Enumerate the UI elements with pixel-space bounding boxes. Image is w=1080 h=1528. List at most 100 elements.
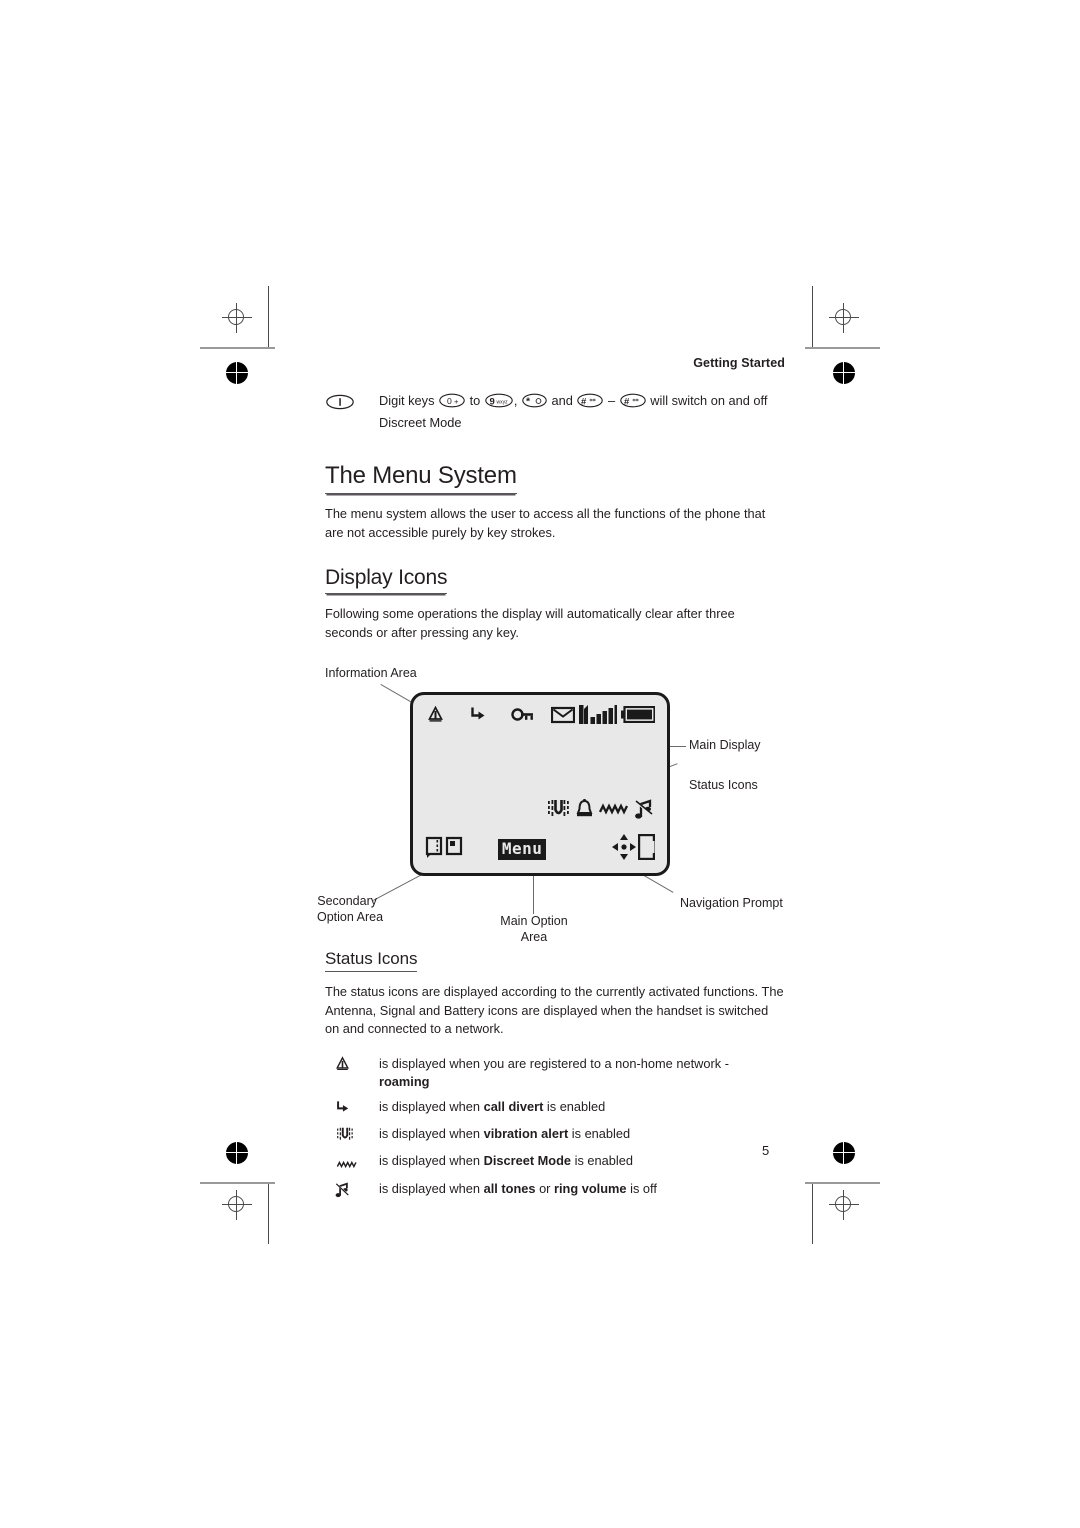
secondary-option-area[interactable] (425, 835, 465, 864)
label-secondary-option-area-line1: Secondary (317, 894, 377, 909)
registration-target-bottom-right (829, 1190, 859, 1220)
battery-icon (621, 706, 656, 728)
key-0-plus-icon: 0 + (439, 393, 465, 414)
legend-text-vibration-alert: is displayed when vibration alert is ena… (379, 1125, 630, 1144)
phone-screen: Menu (410, 692, 670, 877)
key-hash-icon-1: # ⌗⌗ (577, 393, 604, 414)
legend-bold: Discreet Mode (483, 1153, 572, 1169)
label-secondary-option-area: Secondary Option Area (317, 894, 383, 925)
registration-dot-bottom-right (831, 1140, 857, 1166)
legend-bold: roaming (379, 1074, 430, 1090)
roaming-icon (325, 1055, 379, 1077)
crop-mark-line-top-left (268, 286, 270, 348)
label-information-area: Information Area (325, 666, 417, 681)
status-icons-row (413, 799, 653, 824)
svg-text:#: # (581, 397, 587, 408)
svg-text:⌗⌗: ⌗⌗ (632, 398, 638, 404)
trim-line-top-left (200, 347, 275, 349)
legend-post: is enabled (574, 1153, 633, 1169)
note-text-comma: , (513, 393, 518, 408)
label-main-option-area-line1: Main Option (500, 914, 568, 929)
label-main-option-area: Main Option Area (493, 914, 575, 945)
section-body-status-icons: The status icons are displayed according… (325, 984, 784, 1037)
registration-dot-bottom-left (224, 1140, 250, 1166)
tones-off-icon (635, 799, 653, 824)
section-body-menu-system: The menu system allows the user to acces… (325, 506, 766, 540)
information-area-left-icons (427, 705, 537, 728)
legend-row-discreet-mode: is displayed when Discreet Mode is enabl… (325, 1152, 785, 1175)
svg-text:*: * (526, 395, 531, 407)
svg-text:0: 0 (447, 396, 452, 406)
vibration-alert-icon (547, 799, 570, 824)
info-key-icon (325, 392, 379, 415)
label-main-option-area-line2: Area (520, 929, 548, 944)
legend-post: is enabled (571, 1126, 631, 1142)
key-hash-icon-2: # ⌗⌗ (619, 393, 646, 414)
note-text-dash: – (608, 393, 616, 408)
call-divert-icon (469, 706, 486, 728)
svg-text:+: + (454, 397, 459, 406)
legend-text-call-divert: is displayed when call divert is enabled (379, 1098, 605, 1117)
note-text-c: and (551, 393, 573, 408)
label-status-icons: Status Icons (689, 778, 758, 793)
signal-bars-icon (579, 705, 617, 729)
crop-mark-line-bottom-left (268, 1182, 270, 1244)
keylock-on-icon (511, 706, 537, 728)
page-number: 5 (762, 1143, 770, 1158)
note-callout: Digit keys 0 + to 9 wxyz , * and # ⌗⌗ – # ⌗⌗… (325, 392, 785, 432)
note-text: Digit keys 0 + to 9 wxyz , * and # ⌗⌗ – # ⌗⌗… (379, 392, 785, 432)
discreet-mode-icon (598, 799, 629, 824)
legend-bold-2: ring volume (554, 1181, 627, 1197)
information-area (427, 705, 656, 729)
section-heading-display-icons: Display Icons (325, 566, 447, 595)
legend-row-tones-off: is displayed when all tones or ring volu… (325, 1180, 785, 1203)
legend-text-discreet-mode: is displayed when Discreet Mode is enabl… (379, 1152, 633, 1171)
legend-row-call-divert: is displayed when call divert is enabled (325, 1098, 785, 1120)
navigation-diamond-icon[interactable] (611, 834, 636, 865)
key-9-wxyz-icon: 9 wxyz (485, 393, 513, 414)
registration-target-bottom-left (222, 1190, 252, 1220)
legend-row-roaming: is displayed when you are registered to … (325, 1055, 785, 1092)
navigation-prompt-group (611, 834, 656, 865)
main-option-area[interactable]: Menu (497, 839, 547, 861)
legend-bold: all tones (483, 1181, 536, 1197)
tones-off-icon (325, 1180, 379, 1203)
legend-text-roaming: is displayed when you are registered to … (379, 1055, 729, 1092)
legend-pre: is displayed when you are registered to … (379, 1055, 729, 1071)
legend-pre: is displayed when (379, 1099, 481, 1115)
note-text-d: will switch on and off Discreet Mode (379, 393, 768, 430)
legend-pre: is displayed when (379, 1126, 481, 1142)
clear-c-icon[interactable] (637, 834, 656, 865)
svg-text:⌗⌗: ⌗⌗ (590, 398, 596, 404)
svg-text:9: 9 (489, 396, 494, 407)
legend-mid: or (539, 1181, 551, 1197)
key-star-icon: * (522, 393, 547, 414)
legend-text-tones-off: is displayed when all tones or ring volu… (379, 1180, 657, 1199)
registration-dot-top-left (224, 360, 250, 386)
legend-bold: call divert (483, 1099, 544, 1115)
note-text-a: Digit keys (379, 393, 435, 408)
vibration-alert-icon (325, 1125, 379, 1147)
phone-display-figure: Information Area Main Display Status Ico… (317, 664, 785, 949)
note-text-b: to (469, 393, 481, 408)
running-head: Getting Started (693, 356, 785, 370)
call-divert-icon (325, 1098, 379, 1120)
bottom-option-row: Menu (425, 834, 656, 865)
leader-secondary-option-area (373, 873, 425, 902)
legend-pre: is displayed when (379, 1153, 481, 1169)
svg-text:#: # (624, 397, 630, 408)
crop-mark-line-top-right (812, 286, 814, 348)
trim-line-bottom-right (805, 1182, 880, 1184)
legend-row-vibration-alert: is displayed when vibration alert is ena… (325, 1125, 785, 1147)
trim-line-top-right (805, 347, 880, 349)
trim-line-bottom-left (200, 1182, 275, 1184)
status-icon-legend-list: is displayed when you are registered to … (325, 1055, 785, 1203)
roaming-icon (427, 705, 444, 728)
svg-text:wxyz: wxyz (496, 399, 508, 405)
label-navigation-prompt: Navigation Prompt (680, 896, 783, 911)
legend-post: is off (630, 1181, 657, 1197)
section-heading-menu-system: The Menu System (325, 462, 517, 495)
registration-target-top-left (222, 303, 252, 333)
bell-icon (576, 799, 593, 824)
legend-bold: vibration alert (483, 1126, 569, 1142)
